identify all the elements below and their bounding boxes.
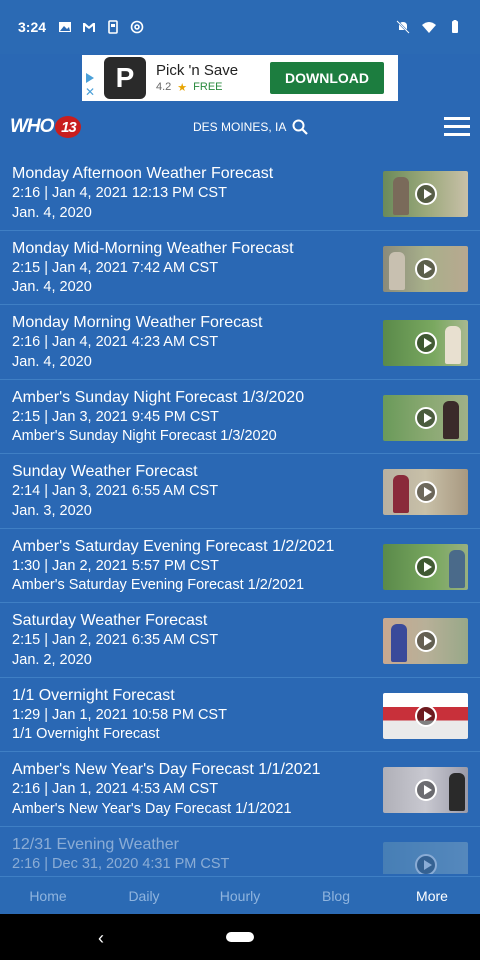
- logo-text: WHO: [10, 116, 54, 137]
- video-thumbnail[interactable]: [383, 320, 468, 366]
- play-icon[interactable]: [415, 853, 437, 874]
- play-icon[interactable]: [415, 481, 437, 503]
- list-item[interactable]: Monday Afternoon Weather Forecast 2:16 |…: [0, 156, 480, 231]
- nav-hourly[interactable]: Hourly: [192, 877, 288, 914]
- play-icon[interactable]: [415, 630, 437, 652]
- ad-download-button[interactable]: DOWNLOAD: [270, 62, 384, 94]
- app-header: WHO 13 DES MOINES, IA: [0, 104, 480, 150]
- station-logo[interactable]: WHO 13: [10, 116, 82, 138]
- mute-icon: [396, 20, 410, 34]
- video-thumbnail[interactable]: [383, 171, 468, 217]
- search-icon[interactable]: [292, 119, 309, 135]
- thumbnail-person: [393, 177, 409, 215]
- list-item[interactable]: Amber's Sunday Night Forecast 1/3/2020 2…: [0, 380, 480, 454]
- video-list[interactable]: Monday Afternoon Weather Forecast 2:16 |…: [0, 156, 480, 874]
- video-thumbnail[interactable]: [383, 394, 468, 441]
- play-icon[interactable]: [415, 704, 437, 727]
- thumbnail-person: [393, 475, 409, 513]
- ad-banner[interactable]: ✕ P Pick 'n Save 4.2 ★ FREE DOWNLOAD: [82, 55, 398, 101]
- ad-close-icon[interactable]: ✕: [85, 85, 95, 99]
- adchoices-icon: [86, 73, 94, 83]
- video-thumbnail[interactable]: [383, 543, 468, 590]
- ad-rating: 4.2: [156, 81, 172, 93]
- home-pill-icon[interactable]: [226, 932, 254, 942]
- star-icon: ★: [177, 82, 188, 94]
- video-thumbnail[interactable]: [383, 841, 468, 874]
- battery-icon: [452, 20, 458, 33]
- play-icon[interactable]: [415, 779, 437, 801]
- system-nav-bar: ‹: [0, 914, 480, 960]
- nav-blog[interactable]: Blog: [288, 877, 384, 914]
- ad-text: Pick 'n Save 4.2 ★ FREE: [156, 62, 238, 94]
- list-item[interactable]: Monday Mid-Morning Weather Forecast 2:15…: [0, 231, 480, 305]
- ad-subtitle: 4.2 ★ FREE: [156, 81, 238, 94]
- nav-home[interactable]: Home: [0, 877, 96, 914]
- video-thumbnail[interactable]: [383, 245, 468, 292]
- status-right-icons: [396, 20, 462, 34]
- at-icon: [130, 20, 144, 34]
- thumbnail-person: [449, 549, 465, 588]
- status-time: 3:24: [18, 19, 47, 35]
- thumbnail-person: [449, 773, 465, 811]
- nav-daily[interactable]: Daily: [96, 877, 192, 914]
- ad-choices[interactable]: ✕: [82, 55, 104, 101]
- list-item[interactable]: 1/1 Overnight Forecast 1:29 | Jan 1, 202…: [0, 678, 480, 752]
- thumbnail-person: [389, 251, 405, 290]
- wifi-icon: [422, 22, 436, 33]
- video-thumbnail[interactable]: [383, 469, 468, 515]
- thumbnail-person: [443, 400, 459, 439]
- sim-icon: [108, 20, 118, 34]
- list-item[interactable]: Amber's New Year's Day Forecast 1/1/2021…: [0, 752, 480, 827]
- bottom-nav: Home Daily Hourly Blog More: [0, 876, 480, 914]
- status-bar: 3:24: [0, 0, 480, 54]
- play-icon[interactable]: [415, 257, 437, 280]
- list-item[interactable]: Saturday Weather Forecast 2:15 | Jan 2, …: [0, 603, 480, 678]
- play-icon[interactable]: [415, 555, 437, 578]
- status-left-icons: [58, 20, 144, 34]
- thumbnail-person: [445, 326, 461, 364]
- nav-more[interactable]: More: [384, 877, 480, 914]
- video-thumbnail[interactable]: [383, 618, 468, 664]
- play-icon[interactable]: [415, 406, 437, 429]
- location-selector[interactable]: DES MOINES, IA: [193, 119, 309, 135]
- image-icon: [59, 22, 72, 32]
- video-thumbnail[interactable]: [383, 767, 468, 813]
- list-item[interactable]: 12/31 Evening Weather 2:16 | Dec 31, 202…: [0, 827, 480, 874]
- list-item[interactable]: Monday Morning Weather Forecast 2:16 | J…: [0, 305, 480, 380]
- ad-title: Pick 'n Save: [156, 62, 239, 79]
- play-icon[interactable]: [415, 332, 437, 354]
- menu-icon[interactable]: [444, 117, 470, 137]
- back-icon[interactable]: ‹: [98, 928, 104, 949]
- list-item[interactable]: Amber's Saturday Evening Forecast 1/2/20…: [0, 529, 480, 603]
- gmail-icon: [83, 23, 96, 32]
- logo-number: 13: [55, 116, 82, 138]
- thumbnail-person: [391, 624, 407, 662]
- ad-app-logo: P: [104, 57, 146, 99]
- ad-price: FREE: [193, 81, 223, 93]
- location-label: DES MOINES, IA: [193, 120, 287, 134]
- list-item[interactable]: Sunday Weather Forecast 2:14 | Jan 3, 20…: [0, 454, 480, 529]
- play-icon[interactable]: [415, 183, 437, 205]
- video-thumbnail[interactable]: [383, 692, 468, 739]
